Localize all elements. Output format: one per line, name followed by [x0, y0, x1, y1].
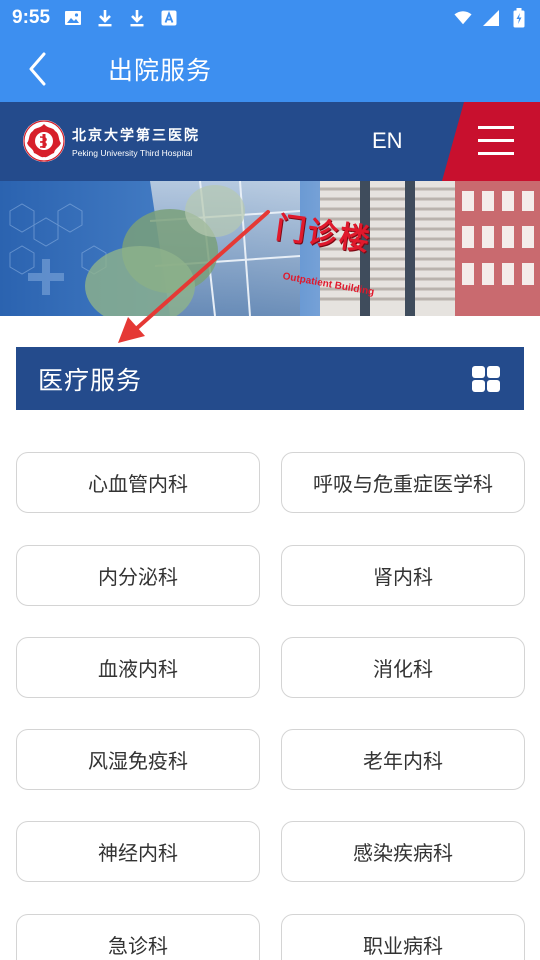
app-bar: 出院服务 — [0, 36, 540, 102]
notification-icons — [64, 9, 178, 27]
hospital-logo[interactable]: 北京大学第三医院 Peking University Third Hospita… — [22, 119, 200, 163]
department-button[interactable]: 神经内科 — [16, 821, 260, 882]
menu-button[interactable] — [442, 102, 540, 181]
download-icon — [128, 9, 146, 27]
department-button[interactable]: 血液内科 — [16, 637, 260, 698]
logo-name-en: Peking University Third Hospital — [72, 147, 193, 158]
section-header: 医疗服务 — [16, 347, 524, 410]
site-header: 北京大学第三医院 Peking University Third Hospita… — [0, 102, 540, 181]
department-button[interactable]: 老年内科 — [281, 729, 525, 790]
hospital-seal-icon — [23, 120, 65, 162]
system-icons — [454, 8, 528, 28]
department-button[interactable]: 内分泌科 — [16, 545, 260, 606]
outpatient-building-illustration — [0, 181, 540, 316]
language-switch-button[interactable]: EN — [372, 128, 403, 154]
department-button[interactable]: 呼吸与危重症医学科 — [281, 452, 525, 513]
department-button[interactable]: 肾内科 — [281, 545, 525, 606]
section-title: 医疗服务 — [38, 365, 143, 395]
department-button[interactable]: 急诊科 — [16, 914, 260, 960]
department-button[interactable]: 风湿免疫科 — [16, 729, 260, 790]
department-button[interactable]: 消化科 — [281, 637, 525, 698]
grid-icon[interactable] — [472, 366, 500, 392]
signal-icon — [482, 9, 500, 27]
department-button[interactable]: 心血管内科 — [16, 452, 260, 513]
wifi-icon — [454, 9, 472, 27]
logo-name-cn: 北京大学第三医院 — [72, 127, 200, 144]
battery-icon — [510, 8, 528, 28]
image-icon — [64, 9, 82, 27]
download-icon — [96, 9, 114, 27]
status-bar: 9:55 — [0, 0, 540, 36]
department-button[interactable]: 职业病科 — [281, 914, 525, 960]
status-time: 9:55 — [12, 7, 51, 28]
back-button[interactable] — [0, 36, 76, 102]
banner-image: 门诊楼 Outpatient Building — [0, 181, 540, 316]
page-title: 出院服务 — [108, 56, 213, 85]
chevron-left-icon — [29, 52, 46, 86]
font-icon — [160, 9, 178, 27]
department-button[interactable]: 感染疾病科 — [281, 821, 525, 882]
